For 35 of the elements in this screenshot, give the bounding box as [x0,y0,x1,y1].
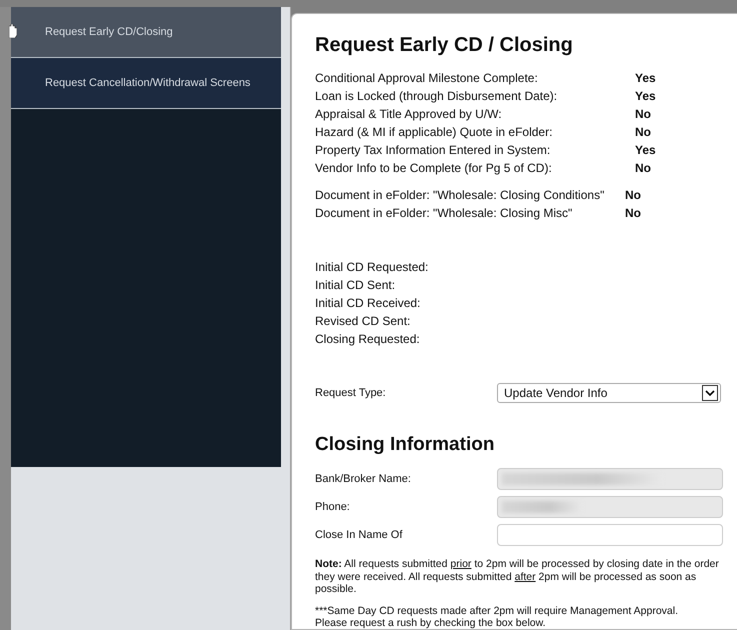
document-label: Document in eFolder: "Wholesale: Closing Misc" [315,206,574,220]
checklist-label: Loan is Locked (through Disbursement Date): [315,89,558,103]
status-value: No [625,188,641,202]
status-value: No [635,125,651,139]
field-label: Phone: [315,501,351,513]
checklist-label: Appraisal & Title Approved by U/W: [315,107,503,121]
checklist-label: Property Tax Information Entered in System: [315,143,552,157]
field-label: Bank/Broker Name: [315,473,412,485]
status-value: Yes [635,89,656,103]
checklist-label: Vendor Info to be Complete (for Pg 5 of CD): [315,161,553,175]
input-field[interactable] [497,524,723,546]
date-label: Initial CD Received: [315,295,422,312]
date-label: Initial CD Requested: [315,259,430,276]
sidebar-item[interactable]: Request Cancellation/Withdrawal Screens [11,58,281,109]
rush-note: ***Same Day CD requests made after 2pm will require Management Approval. Please request a rush by checking the box below. [315,604,680,630]
request-type-label: Request Type: [315,387,387,399]
checklist-label: Hazard (& MI if applicable) Quote in eFolder: [315,125,554,139]
status-value: Yes [635,143,656,157]
checklist-label: Conditional Approval Milestone Complete: [315,71,539,85]
page-title: Request Early CD / Closing [315,34,574,57]
status-value: Yes [635,71,656,85]
field-label: Close In Name Of [315,529,404,541]
note-text: Note: All requests submitted prior to 2pm will be processed by closing date in the order they were received. All requests submitted after 2pm will be processed as soon as possible. [315,558,720,596]
sidebar-item[interactable]: Request Early CD/Closing [11,7,281,58]
request-type-dropdown[interactable]: Update Vendor Info [497,383,721,403]
status-value: No [635,161,651,175]
section-title: Closing Information [315,434,496,456]
caret-icon [702,385,718,401]
date-label: Closing Requested: [315,331,421,348]
status-value: No [635,107,651,121]
hand-cursor-icon [9,24,17,38]
date-label: Revised CD Sent: [315,313,412,330]
document-label: Document in eFolder: "Wholesale: Closing Conditions" [315,188,606,202]
status-value: No [625,206,641,220]
date-label: Initial CD Sent: [315,277,396,294]
